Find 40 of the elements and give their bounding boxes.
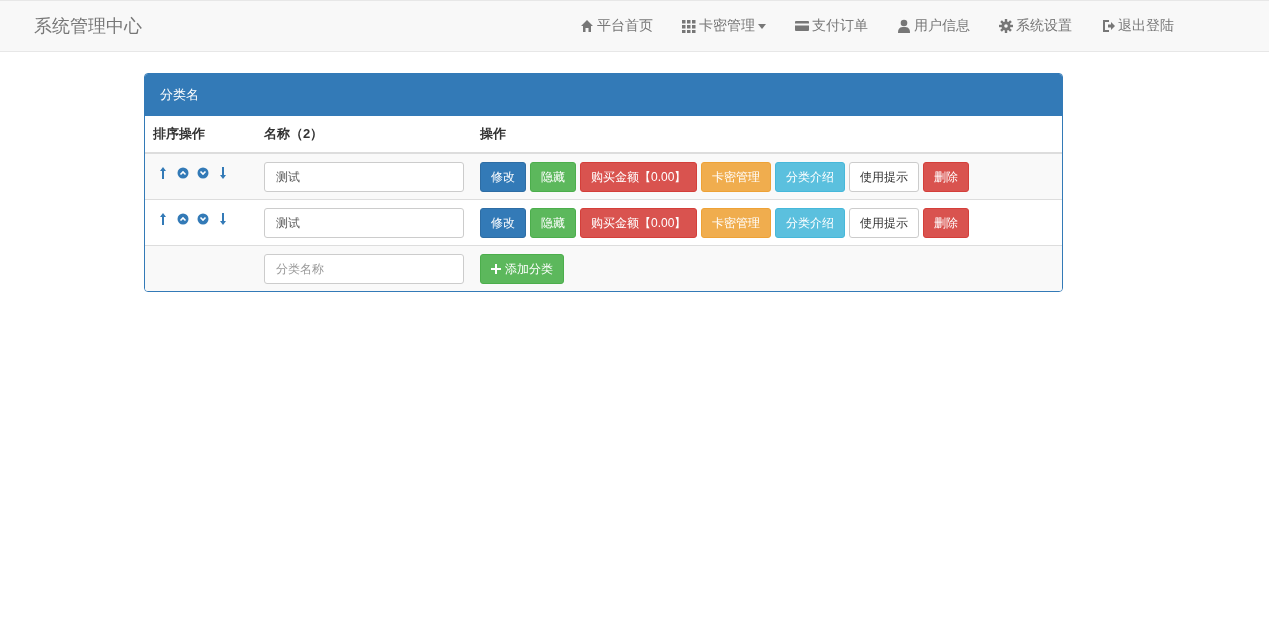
nav-link[interactable]: 用户信息 bbox=[897, 17, 970, 35]
name-input[interactable]: 测试 bbox=[264, 162, 464, 192]
settings-icon bbox=[999, 19, 1013, 33]
nav-link[interactable]: 支付订单 bbox=[795, 17, 868, 35]
arrow-down-icon[interactable] bbox=[217, 212, 229, 226]
column-header: 操作 bbox=[479, 125, 507, 143]
home-icon bbox=[580, 19, 594, 33]
action-button[interactable]: 隐藏 bbox=[530, 162, 576, 192]
panel-title: 分类名 bbox=[145, 74, 1062, 116]
action-button[interactable]: 隐藏 bbox=[530, 208, 576, 238]
arrow-up-icon[interactable] bbox=[157, 212, 169, 226]
nav-link[interactable]: 平台首页 bbox=[580, 17, 653, 35]
grid-icon bbox=[682, 19, 696, 33]
chevron-up-circle-icon[interactable] bbox=[177, 212, 189, 226]
action-button[interactable]: 删除 bbox=[923, 208, 970, 238]
chevron-down-circle-icon[interactable] bbox=[197, 212, 209, 226]
add-category-button[interactable]: 添加分类 bbox=[480, 254, 564, 284]
nav-link[interactable]: 系统设置 bbox=[999, 17, 1072, 35]
logout-icon bbox=[1101, 19, 1115, 33]
name-input[interactable]: 测试 bbox=[264, 208, 464, 238]
arrow-down-icon[interactable] bbox=[217, 166, 229, 180]
action-button[interactable]: 购买金额【0.00】 bbox=[580, 208, 698, 238]
chevron-up-circle-icon[interactable] bbox=[177, 166, 189, 180]
nav-link[interactable]: 退出登陆 bbox=[1101, 17, 1174, 35]
user-icon bbox=[897, 19, 911, 33]
category-name-input[interactable]: 分类名称 bbox=[264, 254, 464, 284]
action-button[interactable]: 使用提示 bbox=[849, 208, 920, 238]
plus-icon bbox=[491, 264, 501, 274]
column-header: 名称（2） bbox=[263, 125, 325, 143]
action-button[interactable]: 删除 bbox=[923, 162, 970, 192]
action-button[interactable]: 修改 bbox=[480, 208, 526, 238]
action-button[interactable]: 修改 bbox=[480, 162, 526, 192]
action-button[interactable]: 购买金额【0.00】 bbox=[580, 162, 698, 192]
nav-link[interactable]: 卡密管理 bbox=[682, 17, 766, 35]
action-button[interactable]: 使用提示 bbox=[849, 162, 920, 192]
chevron-down-circle-icon[interactable] bbox=[197, 166, 209, 180]
column-header: 排序操作 bbox=[152, 125, 206, 143]
credit-card-icon bbox=[795, 19, 809, 33]
arrow-up-icon[interactable] bbox=[157, 166, 169, 180]
brand-title[interactable]: 系统管理中心 bbox=[34, 14, 142, 38]
